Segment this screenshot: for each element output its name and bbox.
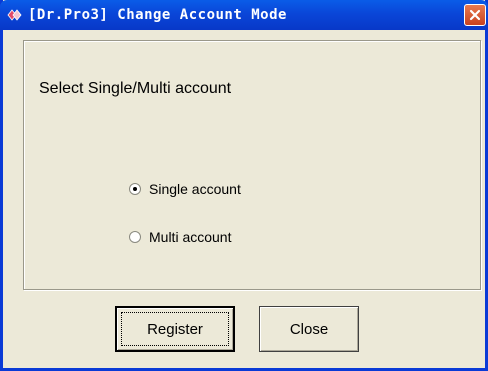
single-account-option[interactable]: Single account [129,181,241,197]
single-account-label: Single account [149,181,241,197]
change-account-mode-dialog: [Dr.Pro3] Change Account Mode Select Sin… [0,0,488,371]
select-account-prompt: Select Single/Multi account [39,80,232,97]
multi-account-radio[interactable] [129,231,141,243]
app-diamond-icon [6,7,22,23]
register-button[interactable]: Register [115,306,235,352]
close-button-label: Close [289,320,329,338]
multi-account-option[interactable]: Multi account [129,229,231,245]
window-title: [Dr.Pro3] Change Account Mode [28,7,287,23]
single-account-radio[interactable] [129,183,141,195]
focus-rectangle [121,312,229,346]
close-window-button[interactable] [464,4,486,26]
multi-account-label: Multi account [149,229,232,245]
title-bar[interactable]: [Dr.Pro3] Change Account Mode [0,0,488,30]
close-icon [469,9,481,21]
account-mode-group [23,40,481,290]
close-button[interactable]: Close [259,306,359,352]
